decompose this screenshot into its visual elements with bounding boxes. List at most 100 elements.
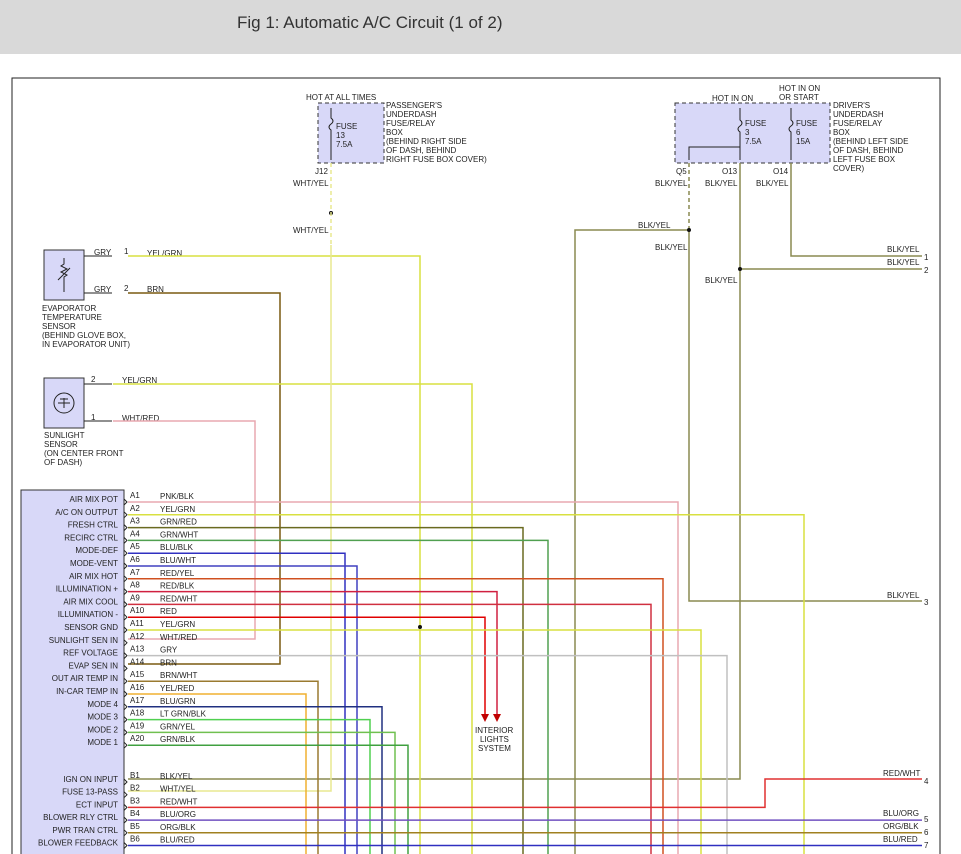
blk-yel-label-a: BLK/YEL bbox=[638, 221, 671, 230]
fuse-13-label: FUSE bbox=[336, 122, 357, 131]
module-pin-name: MODE 1 bbox=[87, 738, 118, 747]
svg-text:OF DASH): OF DASH) bbox=[44, 458, 83, 467]
module-pin-wire bbox=[128, 778, 922, 809]
svg-text:BOX: BOX bbox=[386, 128, 404, 137]
svg-text:BOX: BOX bbox=[833, 128, 851, 137]
module-pin-wire bbox=[128, 654, 728, 854]
module-pin-wire-label: GRN/BLK bbox=[160, 735, 196, 744]
module-pin-wire-label: RED bbox=[160, 607, 177, 616]
module-pin-id: A10 bbox=[130, 606, 145, 615]
svg-text:COVER): COVER) bbox=[833, 164, 864, 173]
module-pin-name: BLOWER FEEDBACK bbox=[38, 839, 119, 848]
module-pin-id: A7 bbox=[130, 568, 140, 577]
module-pin-name: AIR MIX POT bbox=[70, 495, 119, 504]
module-pin-id: A18 bbox=[130, 709, 145, 718]
right-label-6: ORG/BLK bbox=[883, 822, 919, 831]
module-pin-wire bbox=[128, 603, 652, 854]
passenger-hot-label: HOT AT ALL TIMES bbox=[306, 93, 376, 102]
svg-text:LIGHTS: LIGHTS bbox=[480, 735, 509, 744]
sun-pin1-num: 1 bbox=[91, 413, 96, 422]
module-pin-name: MODE 2 bbox=[87, 725, 118, 734]
ac-control-module bbox=[20, 489, 125, 854]
module-pin-id: A3 bbox=[130, 517, 140, 526]
module-pin-id: A8 bbox=[130, 581, 140, 590]
module-pin-wire-label: RED/YEL bbox=[160, 569, 195, 578]
module-pin-name: IN-CAR TEMP IN bbox=[56, 687, 118, 696]
module-pin-wire-label: BLU/WHT bbox=[160, 556, 196, 565]
right-num-2: 2 bbox=[924, 266, 929, 275]
module-pin-id: B3 bbox=[130, 796, 140, 805]
wht-yel-label-1: WHT/YEL bbox=[293, 179, 329, 188]
module-pin-id: A13 bbox=[130, 645, 145, 654]
svg-text:FUSE/RELAY: FUSE/RELAY bbox=[833, 119, 883, 128]
svg-text:PASSENGER'S: PASSENGER'S bbox=[386, 101, 442, 110]
sun-pin2-num: 2 bbox=[91, 375, 96, 384]
module-pin-wire-label: LT GRN/BLK bbox=[160, 710, 207, 719]
module-pin-id: B1 bbox=[130, 771, 140, 780]
module-pin-wire-label: YEL/GRN bbox=[160, 620, 195, 629]
module-pin-name: ECT INPUT bbox=[76, 800, 118, 809]
terminal-j12: J12 bbox=[315, 167, 328, 176]
right-label-1: BLK/YEL bbox=[887, 245, 920, 254]
evap-pin1-wire: GRY bbox=[94, 248, 112, 257]
driver-fuse-box-outline bbox=[674, 102, 831, 164]
svg-text:INTERIOR: INTERIOR bbox=[475, 726, 513, 735]
evaporator-sensor-body bbox=[43, 249, 85, 301]
right-label-5: BLU/ORG bbox=[883, 809, 919, 818]
svg-text:UNDERDASH: UNDERDASH bbox=[833, 110, 884, 119]
splice-dot-sensor-gnd bbox=[418, 625, 422, 629]
svg-text:OF DASH, BEHIND: OF DASH, BEHIND bbox=[386, 146, 456, 155]
evap-pin1-num: 1 bbox=[124, 247, 129, 256]
module-pin-id: A11 bbox=[130, 619, 144, 628]
module-pin-name: IGN ON INPUT bbox=[63, 775, 118, 784]
module-pin-wire-label: BLU/RED bbox=[160, 836, 195, 845]
right-num-4: 4 bbox=[924, 777, 929, 786]
driver-fuse-box-description: DRIVER'S UNDERDASH FUSE/RELAY BOX (BEHIN… bbox=[833, 101, 908, 173]
module-pin-id: A9 bbox=[130, 593, 140, 602]
module-pin-wire-label: WHT/RED bbox=[160, 633, 198, 642]
svg-text:IN EVAPORATOR UNIT): IN EVAPORATOR UNIT) bbox=[42, 340, 130, 349]
arrow-illum-plus bbox=[481, 714, 489, 722]
svg-text:SYSTEM: SYSTEM bbox=[478, 744, 511, 753]
module-pin-id: A5 bbox=[130, 542, 140, 551]
module-pin-wire-label: RED/BLK bbox=[160, 582, 195, 591]
splice-dot-o13 bbox=[738, 267, 742, 271]
module-pin-id: A16 bbox=[130, 683, 145, 692]
module-pin-name: MODE 4 bbox=[87, 700, 118, 709]
right-num-6: 6 bbox=[924, 828, 929, 837]
module-pin-id: B5 bbox=[130, 822, 140, 831]
module-pin-id: A2 bbox=[130, 504, 140, 513]
module-pin-wire-label: BLU/GRN bbox=[160, 697, 196, 706]
arrow-illum-minus bbox=[493, 714, 501, 722]
splice-dot-q5 bbox=[687, 228, 691, 232]
svg-text:LEFT FUSE BOX: LEFT FUSE BOX bbox=[833, 155, 896, 164]
module-pin-id: A1 bbox=[130, 491, 140, 500]
right-num-5: 5 bbox=[924, 815, 929, 824]
module-pin-name: PWR TRAN CTRL bbox=[52, 826, 118, 835]
wire-o13-label: BLK/YEL bbox=[705, 179, 738, 188]
module-pin-wire-label: BRN/WHT bbox=[160, 671, 197, 680]
driver-hot-on-start-1: HOT IN ON bbox=[779, 84, 820, 93]
module-pin-name: A/C ON OUTPUT bbox=[55, 508, 118, 517]
fuse-6-label: FUSE bbox=[796, 119, 817, 128]
module-pin-wire-label: WHT/YEL bbox=[160, 785, 196, 794]
module-pin-wire bbox=[128, 501, 679, 854]
svg-text:RIGHT FUSE BOX COVER): RIGHT FUSE BOX COVER) bbox=[386, 155, 487, 164]
wire-q5-label: BLK/YEL bbox=[655, 179, 688, 188]
module-pin-name: SENSOR GND bbox=[64, 623, 118, 632]
module-pin-name: OUT AIR TEMP IN bbox=[52, 674, 118, 683]
module-pin-name: FRESH CTRL bbox=[68, 521, 119, 530]
evaporator-sensor: GRY GRY 1 2 YEL/GRN BRN EVAPORATOR TEMPE… bbox=[42, 247, 182, 349]
module-pin-name: FUSE 13-PASS bbox=[62, 788, 118, 797]
svg-text:TEMPERATURE: TEMPERATURE bbox=[42, 313, 102, 322]
wire-o14-label: BLK/YEL bbox=[756, 179, 789, 188]
right-num-3: 3 bbox=[924, 598, 929, 607]
fuse-3-number: 3 bbox=[745, 128, 750, 137]
evap-pin2-wire: GRY bbox=[94, 285, 112, 294]
module-pin-name: MODE 3 bbox=[87, 713, 118, 722]
svg-text:(BEHIND RIGHT SIDE: (BEHIND RIGHT SIDE bbox=[386, 137, 467, 146]
terminal-o14: O14 bbox=[773, 167, 789, 176]
module-pin-id: B4 bbox=[130, 809, 140, 818]
svg-text:(BEHIND LEFT SIDE: (BEHIND LEFT SIDE bbox=[833, 137, 908, 146]
module-pin-name: RECIRC CTRL bbox=[64, 533, 118, 542]
